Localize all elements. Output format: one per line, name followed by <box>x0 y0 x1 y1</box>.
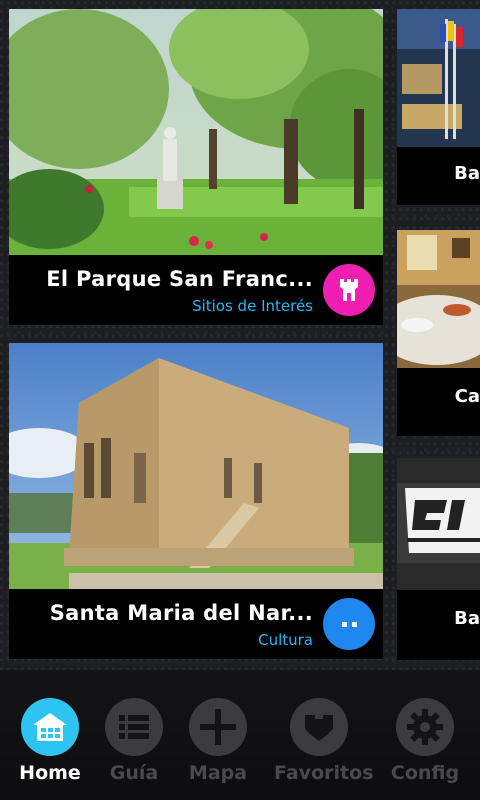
nav-home[interactable]: Home <box>5 698 95 784</box>
side-card-title: Ba <box>454 608 480 629</box>
crosshair-icon <box>189 698 247 756</box>
card-caption: Santa Maria del Nar... Cultura <box>9 589 383 659</box>
hotel-photo <box>397 9 480 147</box>
card-category: Cultura <box>258 631 313 649</box>
side-card-2[interactable]: Ca <box>397 230 480 436</box>
home-icon <box>21 698 79 756</box>
nav-label: Guía <box>109 762 159 784</box>
park-photo <box>9 9 383 255</box>
card-category: Sitios de Interés <box>192 297 313 315</box>
castle-icon <box>323 264 375 316</box>
place-card-parque[interactable]: El Parque San Franc... Sitios de Interés <box>9 9 383 325</box>
restaurant-photo <box>397 230 480 368</box>
place-card-santa-maria[interactable]: Santa Maria del Nar... Cultura <box>9 343 383 659</box>
list-icon <box>105 698 163 756</box>
bottom-nav: Home Guía Mapa Favoritos Config <box>0 670 480 800</box>
nav-mapa[interactable]: Mapa <box>173 698 263 784</box>
nav-favoritos[interactable]: Favoritos <box>274 698 374 784</box>
nav-label: Favoritos <box>274 762 374 784</box>
nav-config[interactable]: Config <box>380 698 470 784</box>
side-card-title: Ca <box>454 386 480 407</box>
nav-guia[interactable]: Guía <box>89 698 179 784</box>
nav-label: Mapa <box>188 762 248 784</box>
card-title: Santa Maria del Nar... <box>49 601 313 625</box>
dots-icon <box>323 598 375 650</box>
card-caption: El Parque San Franc... Sitios de Interés <box>9 255 383 325</box>
church-photo <box>9 343 383 589</box>
side-card-1[interactable]: Ba <box>397 9 480 205</box>
logo-photo <box>397 458 480 590</box>
side-card-3[interactable]: Ba <box>397 458 480 660</box>
side-card-title: Ba <box>454 163 480 184</box>
gear-icon <box>396 698 454 756</box>
card-title: El Parque San Franc... <box>46 267 313 291</box>
heart-icon <box>290 698 348 756</box>
nav-label: Config <box>390 762 460 784</box>
nav-label: Home <box>19 762 81 784</box>
